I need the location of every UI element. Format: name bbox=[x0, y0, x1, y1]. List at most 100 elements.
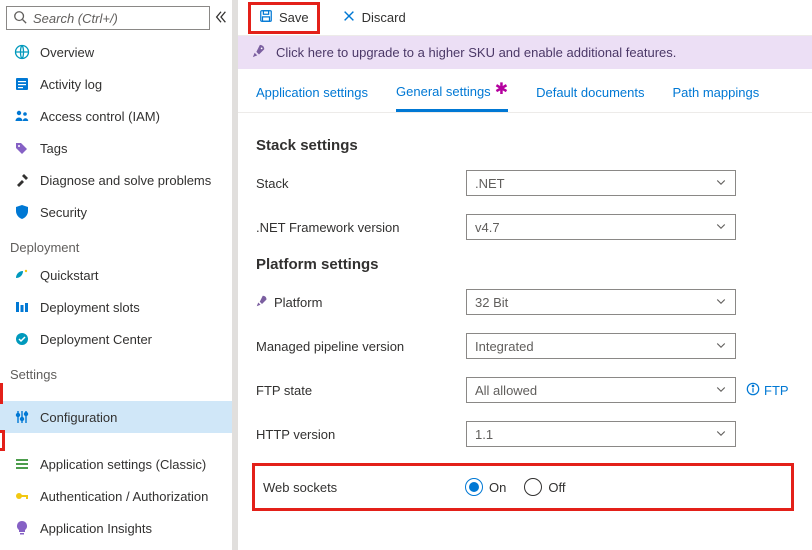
sidebar-item-label: Deployment slots bbox=[40, 300, 140, 315]
people-icon bbox=[14, 108, 30, 124]
radio-websockets-on[interactable]: On bbox=[465, 478, 506, 496]
upgrade-banner[interactable]: Click here to upgrade to a higher SKU an… bbox=[238, 36, 812, 69]
sidebar-item-activity-log[interactable]: Activity log bbox=[0, 68, 238, 100]
sidebar-item-overview[interactable]: Overview bbox=[0, 36, 238, 68]
key-icon bbox=[14, 488, 30, 504]
sidebar-item-app-settings-classic[interactable]: Application settings (Classic) bbox=[0, 448, 238, 480]
select-value: All allowed bbox=[475, 383, 537, 398]
select-stack[interactable]: .NET bbox=[466, 170, 736, 196]
ftp-info[interactable]: FTP bbox=[746, 382, 789, 399]
sidebar-item-access-control[interactable]: Access control (IAM) bbox=[0, 100, 238, 132]
tag-icon bbox=[14, 140, 30, 156]
select-pipeline[interactable]: Integrated bbox=[466, 333, 736, 359]
chevron-down-icon bbox=[715, 383, 727, 398]
tab-label: Application settings bbox=[256, 85, 368, 100]
main-panel: Save Discard Click here to upgrade to a … bbox=[238, 0, 812, 550]
tab-path-mappings[interactable]: Path mappings bbox=[673, 79, 760, 112]
sidebar-item-label: Authentication / Authorization bbox=[40, 489, 208, 504]
search-input[interactable]: Search (Ctrl+/) bbox=[6, 6, 210, 30]
save-icon bbox=[259, 9, 273, 26]
label-pipeline: Managed pipeline version bbox=[256, 339, 404, 354]
sidebar-item-auth[interactable]: Authentication / Authorization bbox=[0, 480, 238, 512]
tab-general-settings[interactable]: General settings✱ bbox=[396, 79, 508, 112]
row-platform: Platform 32 Bit bbox=[256, 287, 794, 317]
label-http: HTTP version bbox=[256, 427, 335, 442]
label-ftp: FTP state bbox=[256, 383, 312, 398]
sidebar-item-label: Deployment Center bbox=[40, 332, 152, 347]
radio-label: On bbox=[489, 480, 506, 495]
sidebar-item-security[interactable]: Security bbox=[0, 196, 238, 228]
chevron-down-icon bbox=[715, 176, 727, 191]
label-websockets: Web sockets bbox=[263, 480, 337, 495]
chevron-down-icon bbox=[715, 339, 727, 354]
tabs: Application settings General settings✱ D… bbox=[238, 69, 812, 113]
collapse-sidebar-button[interactable] bbox=[210, 10, 232, 27]
sidebar-item-deployment-slots[interactable]: Deployment slots bbox=[0, 291, 238, 323]
select-framework[interactable]: v4.7 bbox=[466, 214, 736, 240]
websockets-radio-group: On Off bbox=[465, 478, 565, 496]
sidebar-scrollbar[interactable] bbox=[232, 0, 238, 550]
sidebar-item-deployment-center[interactable]: Deployment Center bbox=[0, 323, 238, 355]
row-pipeline: Managed pipeline version Integrated bbox=[256, 331, 794, 361]
search-icon bbox=[13, 10, 27, 27]
tools-icon bbox=[14, 172, 30, 188]
chevron-down-icon bbox=[715, 220, 727, 235]
sidebar-item-label: Security bbox=[40, 205, 87, 220]
section-title-stack: Stack settings bbox=[256, 137, 794, 154]
select-platform[interactable]: 32 Bit bbox=[466, 289, 736, 315]
select-value: .NET bbox=[475, 176, 505, 191]
discard-button[interactable]: Discard bbox=[334, 5, 414, 31]
select-value: v4.7 bbox=[475, 220, 500, 235]
sidebar-item-label: Access control (IAM) bbox=[40, 109, 160, 124]
select-value: 1.1 bbox=[475, 427, 493, 442]
lightbulb-icon bbox=[14, 520, 30, 536]
rocket-icon bbox=[256, 295, 268, 310]
tab-application-settings[interactable]: Application settings bbox=[256, 79, 368, 112]
sidebar-item-label: Application Insights bbox=[40, 521, 152, 536]
row-ftp: FTP state All allowed FTP bbox=[256, 375, 794, 405]
save-label: Save bbox=[279, 10, 309, 25]
chevron-down-icon bbox=[715, 427, 727, 442]
discard-label: Discard bbox=[362, 10, 406, 25]
row-stack: Stack .NET bbox=[256, 168, 794, 198]
chevron-down-icon bbox=[715, 295, 727, 310]
banner-text: Click here to upgrade to a higher SKU an… bbox=[276, 45, 676, 60]
row-websockets: Web sockets On Off bbox=[255, 472, 781, 502]
sidebar-item-diagnose[interactable]: Diagnose and solve problems bbox=[0, 164, 238, 196]
quickstart-icon bbox=[14, 267, 30, 283]
deployment-center-icon bbox=[14, 331, 30, 347]
label-stack: Stack bbox=[256, 176, 289, 191]
toolbar: Save Discard bbox=[238, 0, 812, 36]
radio-websockets-off[interactable]: Off bbox=[524, 478, 565, 496]
sidebar-item-configuration[interactable]: Configuration bbox=[0, 401, 238, 433]
save-button[interactable]: Save bbox=[251, 5, 317, 31]
globe-icon bbox=[14, 44, 30, 60]
sidebar-item-quickstart[interactable]: Quickstart bbox=[0, 259, 238, 291]
tab-label: Default documents bbox=[536, 85, 644, 100]
select-value: 32 Bit bbox=[475, 295, 508, 310]
rocket-icon bbox=[252, 44, 266, 61]
row-framework: .NET Framework version v4.7 bbox=[256, 212, 794, 242]
select-ftp[interactable]: All allowed bbox=[466, 377, 736, 403]
sidebar-section-settings: Settings bbox=[0, 355, 238, 386]
sliders-icon bbox=[14, 409, 30, 425]
select-http[interactable]: 1.1 bbox=[466, 421, 736, 447]
sidebar-item-app-insights[interactable]: Application Insights bbox=[0, 512, 238, 544]
shield-icon bbox=[14, 204, 30, 220]
tab-label: Path mappings bbox=[673, 85, 760, 100]
tab-default-documents[interactable]: Default documents bbox=[536, 79, 644, 112]
tab-label: General settings bbox=[396, 84, 491, 99]
sidebar-item-label: Activity log bbox=[40, 77, 102, 92]
close-icon bbox=[342, 9, 356, 26]
row-http: HTTP version 1.1 bbox=[256, 419, 794, 449]
sidebar-item-label: Tags bbox=[40, 141, 67, 156]
sidebar-item-label: Configuration bbox=[40, 410, 117, 425]
sidebar-nav: Overview Activity log Access control (IA… bbox=[0, 36, 238, 544]
log-icon bbox=[14, 76, 30, 92]
ftp-info-label: FTP bbox=[764, 383, 789, 398]
sidebar: Search (Ctrl+/) Overview Activity log Ac… bbox=[0, 0, 238, 550]
sidebar-item-label: Quickstart bbox=[40, 268, 99, 283]
sidebar-item-tags[interactable]: Tags bbox=[0, 132, 238, 164]
sidebar-item-label: Application settings (Classic) bbox=[40, 457, 206, 472]
info-icon bbox=[746, 382, 760, 399]
